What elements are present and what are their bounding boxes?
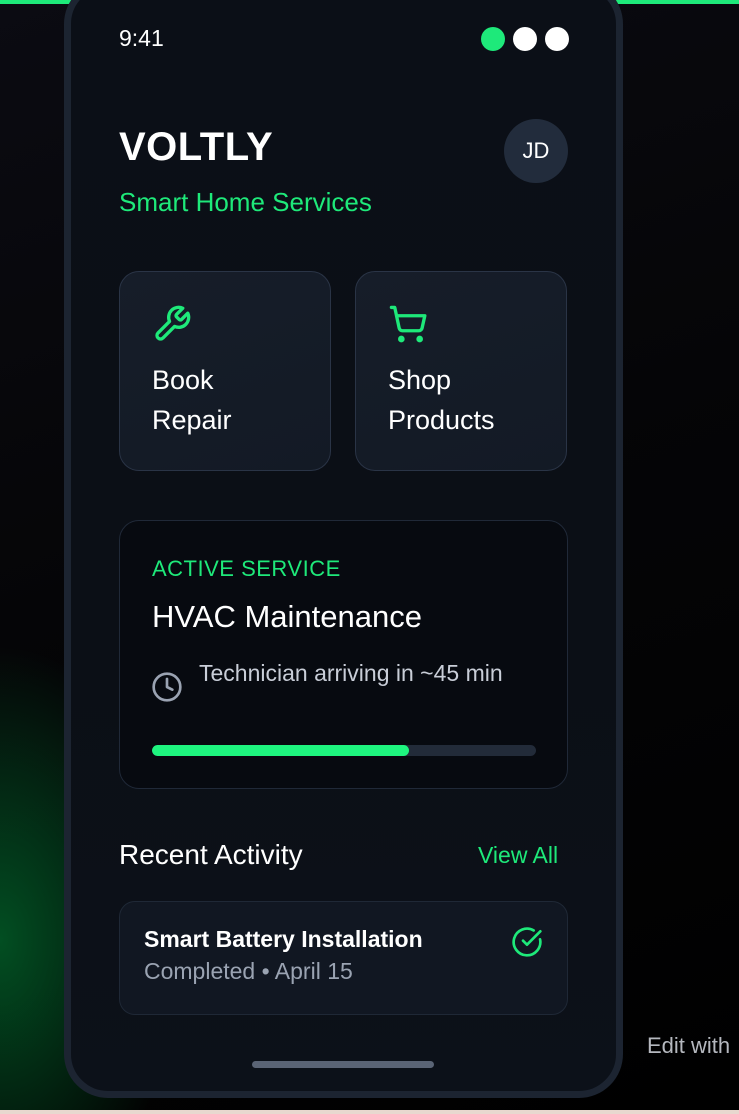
status-dot: [513, 27, 537, 51]
status-time: 9:41: [119, 25, 164, 51]
service-progress-fill: [152, 745, 410, 756]
shop-products-label: Shop Products: [388, 360, 558, 440]
home-indicator[interactable]: [252, 1061, 434, 1068]
shop-products-label-line2: Products: [388, 405, 495, 435]
clock-icon: [152, 672, 182, 702]
check-circle-icon: [512, 927, 542, 957]
service-progress-bar: [152, 745, 536, 756]
wrench-icon: [155, 305, 191, 341]
cart-icon: [389, 305, 427, 343]
active-service-card[interactable]: ACTIVE SERVICE HVAC Maintenance Technici…: [119, 520, 568, 789]
phone-frame: 9:41 VOLTLY Smart Home Services JD Book …: [64, 0, 623, 1098]
app-subtitle: Smart Home Services: [119, 187, 372, 217]
active-service-eyebrow: ACTIVE SERVICE: [152, 556, 341, 581]
app-screen: 9:41 VOLTLY Smart Home Services JD Book …: [71, 7, 616, 1091]
active-service-title: HVAC Maintenance: [152, 599, 422, 634]
status-indicators: [481, 27, 569, 51]
app-title: VOLTLY: [119, 125, 274, 169]
status-dot: [481, 27, 505, 51]
technician-eta: Technician arriving in ~45 min: [199, 660, 503, 686]
avatar[interactable]: JD: [504, 119, 568, 183]
activity-item[interactable]: Smart Battery Installation Completed • A…: [119, 901, 568, 1015]
status-dot: [545, 27, 569, 51]
shop-products-label-line1: Shop: [388, 365, 452, 395]
bottom-edge-line: [0, 1110, 739, 1114]
book-repair-label-line2: Repair: [152, 405, 232, 435]
book-repair-button[interactable]: Book Repair: [119, 271, 331, 471]
activity-item-meta: Completed • April 15: [144, 958, 353, 984]
book-repair-label: Book Repair: [152, 360, 322, 440]
shop-products-button[interactable]: Shop Products: [355, 271, 567, 471]
book-repair-label-line1: Book: [152, 365, 214, 395]
edit-with-label[interactable]: Edit with: [647, 1033, 730, 1059]
activity-item-title: Smart Battery Installation: [144, 926, 423, 952]
recent-activity-title: Recent Activity: [119, 839, 303, 870]
view-all-link[interactable]: View All: [478, 842, 558, 869]
